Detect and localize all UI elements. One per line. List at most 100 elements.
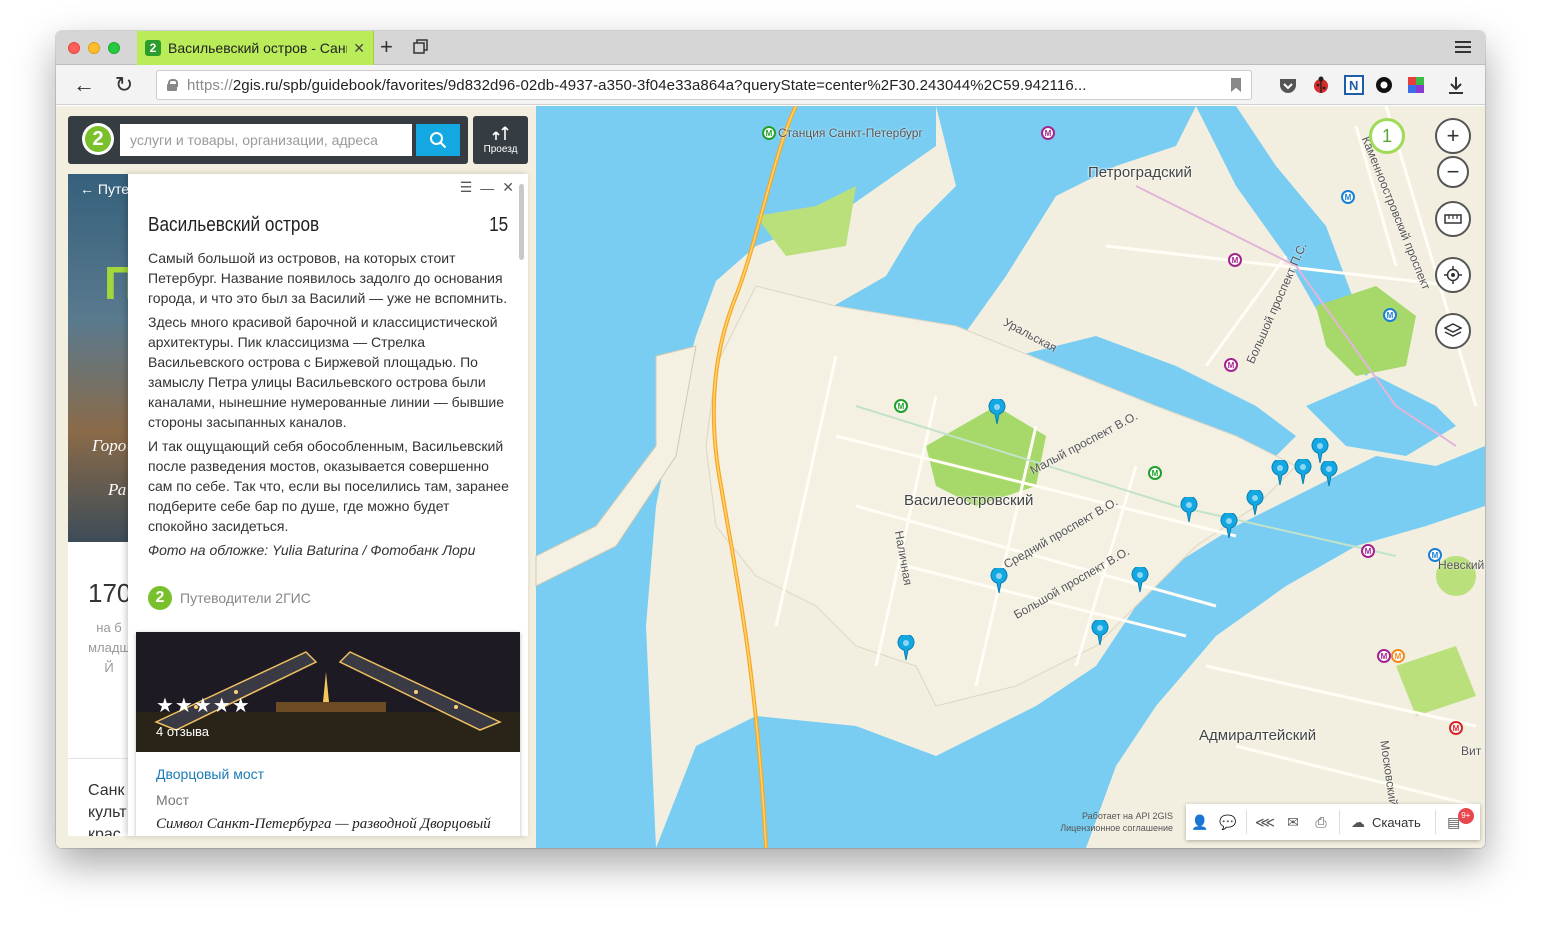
zoom-out-button[interactable]: − bbox=[1437, 156, 1469, 188]
minimize-icon[interactable]: — bbox=[480, 180, 494, 196]
guide-author[interactable]: 2 Путеводители 2ГИС bbox=[148, 586, 311, 610]
map-pin-icon[interactable] bbox=[988, 399, 1006, 425]
locate-icon bbox=[1444, 266, 1462, 284]
district-label-admiralteysky: Адмиралтейский bbox=[1199, 727, 1317, 744]
metro-icon[interactable]: M bbox=[1224, 358, 1238, 372]
place-description: Символ Санкт-Петербурга — разводной Двор… bbox=[156, 816, 491, 832]
news-badge: 9+ bbox=[1457, 807, 1474, 824]
layers-button[interactable] bbox=[1435, 313, 1471, 349]
street-label-vit: Вит bbox=[1461, 744, 1482, 758]
paragraph: Самый большой из островов, на которых ст… bbox=[148, 250, 508, 306]
guide-stat-text: младш bbox=[88, 640, 130, 655]
download-button[interactable]: Скачать bbox=[1372, 815, 1421, 830]
close-window-button[interactable] bbox=[68, 42, 80, 54]
api-notice: Работает на API 2GIS Лицензионное соглаш… bbox=[1059, 811, 1173, 834]
search-input[interactable] bbox=[120, 124, 412, 156]
map-pin-icon[interactable] bbox=[897, 635, 915, 661]
route-button[interactable]: Проезд bbox=[473, 116, 528, 164]
n-extension-icon[interactable]: N bbox=[1344, 75, 1364, 95]
browser-menu-icon[interactable] bbox=[1455, 41, 1471, 53]
map-pin-icon[interactable] bbox=[1180, 497, 1198, 523]
bookmark-icon[interactable] bbox=[1231, 78, 1241, 92]
district-label-vasileostrovsky: Василеостровский bbox=[904, 492, 1034, 509]
metro-icon[interactable]: M bbox=[1377, 649, 1391, 663]
tab-close-icon[interactable]: ✕ bbox=[353, 40, 365, 57]
guide-description-card: ☰ — ✕ Васильевский остров 15 Самый больш… bbox=[128, 174, 528, 836]
search-button[interactable] bbox=[416, 124, 460, 156]
pocket-icon[interactable] bbox=[1278, 75, 1298, 95]
map-pin-icon[interactable] bbox=[1246, 490, 1264, 516]
tab-strip: 2 Васильевский остров - Санкт-Петербург … bbox=[56, 31, 1485, 65]
download-icon[interactable] bbox=[1446, 75, 1466, 95]
cover-subtitle-2: Ра bbox=[108, 480, 127, 499]
metro-icon[interactable]: M bbox=[762, 126, 776, 140]
scrollbar[interactable] bbox=[519, 184, 524, 260]
search-icon bbox=[430, 132, 447, 149]
user-icon[interactable]: 👤 bbox=[1186, 814, 1214, 831]
zoom-in-button[interactable]: + bbox=[1435, 118, 1471, 154]
card-title: Васильевский остров bbox=[148, 214, 320, 236]
address-bar[interactable]: https://2gis.ru/spb/guidebook/favorites/… bbox=[156, 70, 1252, 100]
paragraph: И так ощущающий себя обособленным, Васил… bbox=[148, 438, 509, 534]
geolocation-button[interactable] bbox=[1435, 257, 1471, 293]
map-pin-icon[interactable] bbox=[1220, 513, 1238, 539]
collections-icon[interactable] bbox=[413, 39, 429, 55]
color-picker-icon[interactable] bbox=[1406, 75, 1426, 95]
paragraph: Здесь много красивой барочной и классици… bbox=[148, 314, 505, 430]
reload-icon[interactable]: ↻ bbox=[110, 71, 138, 99]
favicon-2gis-icon: 2 bbox=[145, 40, 161, 56]
place-type: Мост bbox=[156, 792, 190, 808]
map-pin-icon[interactable] bbox=[1294, 459, 1312, 485]
mail-icon[interactable]: ✉ bbox=[1279, 814, 1307, 831]
district-label-petrogradsky: Петроградский bbox=[1088, 164, 1192, 181]
map-pin-icon[interactable] bbox=[1131, 567, 1149, 593]
license-link[interactable]: Лицензионное соглашение bbox=[1059, 822, 1173, 834]
cover-subtitle: Горо bbox=[92, 436, 127, 455]
metro-icon[interactable]: M bbox=[1361, 544, 1375, 558]
2gis-logo[interactable]: 2 bbox=[82, 123, 114, 155]
metro-icon[interactable]: M bbox=[1449, 721, 1463, 735]
zoom-level-badge: 1 bbox=[1369, 118, 1405, 154]
card-description: Самый большой из островов, на которых ст… bbox=[148, 248, 512, 564]
street-label-nevsky: Невский bbox=[1438, 558, 1485, 572]
share-icon[interactable]: ⋘ bbox=[1251, 814, 1279, 831]
metro-icon[interactable]: M bbox=[1228, 253, 1242, 267]
search-bar: 2 bbox=[68, 116, 468, 164]
circle-extension-icon[interactable] bbox=[1374, 75, 1394, 95]
route-icon bbox=[491, 126, 509, 140]
map-pin-icon[interactable] bbox=[1091, 620, 1109, 646]
new-tab-icon[interactable]: + bbox=[380, 36, 393, 58]
list-icon[interactable]: ☰ bbox=[460, 179, 473, 196]
active-tab[interactable]: 2 Васильевский остров - Санкт-Петербург … bbox=[137, 31, 374, 65]
close-icon[interactable]: ✕ bbox=[502, 179, 514, 196]
print-icon[interactable]: ⎙ bbox=[1307, 814, 1335, 831]
map-pin-icon[interactable] bbox=[1271, 460, 1289, 486]
ladybug-extension-icon[interactable] bbox=[1311, 75, 1331, 95]
metro-icon[interactable]: M bbox=[1148, 466, 1162, 480]
metro-icon[interactable]: M bbox=[1341, 190, 1355, 204]
metro-icon[interactable]: M bbox=[1041, 126, 1055, 140]
chat-icon[interactable]: 💬 bbox=[1214, 814, 1242, 831]
tab-title: Васильевский остров - Санкт-Петербург bbox=[168, 40, 347, 56]
metro-icon[interactable]: M bbox=[1391, 649, 1405, 663]
ruler-button[interactable] bbox=[1435, 201, 1471, 237]
map-pin-icon[interactable] bbox=[990, 568, 1008, 594]
download-cloud-icon[interactable]: ☁ bbox=[1344, 814, 1372, 831]
metro-icon[interactable]: M bbox=[1383, 308, 1397, 322]
place-card[interactable]: ★★★★★ 4 отзыва Дворцовый мост Мост Симво… bbox=[136, 632, 520, 836]
metro-icon[interactable]: M bbox=[1428, 548, 1442, 562]
map-pin-icon[interactable] bbox=[1320, 461, 1338, 487]
metro-icon[interactable]: M bbox=[894, 399, 908, 413]
browser-window: 2 Васильевский остров - Санкт-Петербург … bbox=[56, 31, 1485, 848]
news-icon[interactable]: ▤ 9+ bbox=[1440, 807, 1474, 831]
place-name-link[interactable]: Дворцовый мост bbox=[156, 766, 264, 782]
guide-stat-text: Й bbox=[104, 660, 114, 675]
minimize-window-button[interactable] bbox=[88, 42, 100, 54]
back-arrow-icon[interactable]: ← bbox=[70, 71, 98, 99]
maximize-window-button[interactable] bbox=[108, 42, 120, 54]
lock-icon bbox=[167, 79, 178, 91]
place-photo: ★★★★★ 4 отзыва bbox=[136, 632, 520, 752]
2gis-logo-icon: 2 bbox=[148, 586, 172, 610]
page-content: Петроградский Василеостровский Адмиралте… bbox=[56, 106, 1485, 848]
reviews-count[interactable]: 4 отзыва bbox=[156, 724, 209, 739]
